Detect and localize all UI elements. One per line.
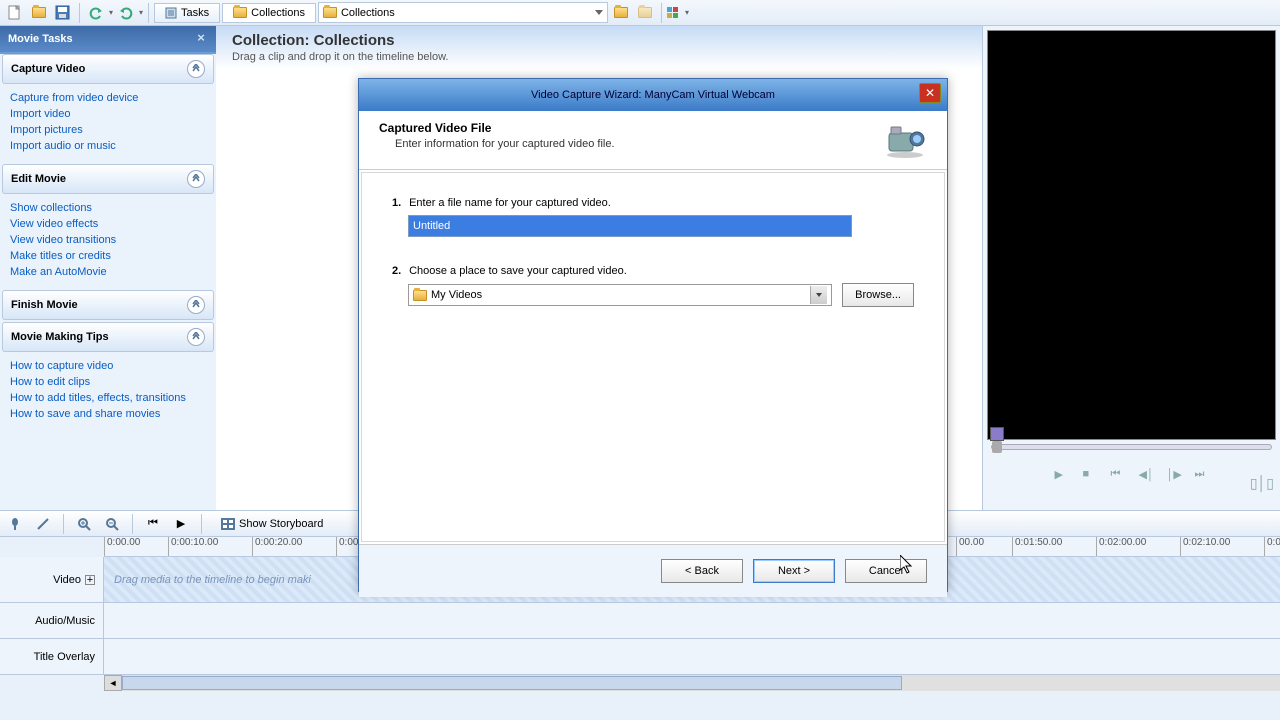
up-folder-icon[interactable]: [610, 2, 632, 24]
filename-input[interactable]: [408, 215, 852, 237]
sidebar-link[interactable]: Show collections: [10, 200, 206, 216]
sidebar-header: Movie Tasks ×: [0, 26, 216, 52]
tasks-tab-label: Tasks: [181, 7, 209, 19]
play-icon[interactable]: ▶: [1055, 468, 1069, 482]
section-head-0[interactable]: Capture Video: [2, 54, 214, 84]
save-location-value: My Videos: [431, 289, 482, 301]
timeline-scrollbar[interactable]: [104, 675, 1280, 691]
dialog-header-title: Captured Video File: [379, 121, 615, 135]
browse-button[interactable]: Browse...: [842, 283, 914, 307]
tasks-sidebar: Movie Tasks × Capture Video Capture from …: [0, 26, 216, 510]
dialog-titlebar[interactable]: Video Capture Wizard: ManyCam Virtual We…: [359, 79, 947, 111]
section-head-3[interactable]: Movie Making Tips: [2, 322, 214, 352]
collections-tab-label: Collections: [251, 7, 305, 19]
preview-video: [987, 30, 1276, 440]
sidebar-link[interactable]: Import video: [10, 106, 206, 122]
collections-select[interactable]: Collections: [318, 2, 608, 23]
audio-track[interactable]: Audio/Music: [0, 603, 1280, 639]
sidebar-link[interactable]: Capture from video device: [10, 90, 206, 106]
chevron-up-icon[interactable]: [187, 328, 205, 346]
stop-icon[interactable]: ■: [1083, 468, 1097, 482]
new-folder-icon[interactable]: [634, 2, 656, 24]
narrate-icon[interactable]: [4, 513, 26, 535]
sidebar-title: Movie Tasks: [8, 33, 73, 45]
sidebar-link[interactable]: How to edit clips: [10, 374, 206, 390]
audio-track-label: Audio/Music: [35, 615, 95, 627]
redo-icon[interactable]: [115, 2, 137, 24]
ruler-tick: 00.00: [956, 537, 1012, 556]
step-fwd-icon[interactable]: │▶: [1167, 468, 1181, 482]
show-storyboard-button[interactable]: Show Storyboard: [211, 515, 333, 533]
sidebar-link[interactable]: How to save and share movies: [10, 406, 206, 422]
rewind-timeline-icon[interactable]: ⏮: [142, 513, 164, 535]
undo-icon[interactable]: [85, 2, 107, 24]
open-icon[interactable]: [28, 2, 50, 24]
chevron-up-icon[interactable]: [187, 296, 205, 314]
ruler-tick: 0:02:10.00: [1180, 537, 1264, 556]
preview-seek-slider[interactable]: [991, 444, 1272, 450]
chevron-up-icon[interactable]: [187, 170, 205, 188]
sidebar-link[interactable]: How to add titles, effects, transitions: [10, 390, 206, 406]
sidebar-link[interactable]: Make titles or credits: [10, 248, 206, 264]
dialog-title: Video Capture Wizard: ManyCam Virtual We…: [531, 89, 775, 101]
section-head-1[interactable]: Edit Movie: [2, 164, 214, 194]
dialog-header-subtitle: Enter information for your captured vide…: [395, 138, 615, 150]
video-capture-wizard-dialog: Video Capture Wizard: ManyCam Virtual We…: [358, 78, 948, 592]
collections-tab[interactable]: Collections: [222, 3, 316, 23]
chevron-up-icon[interactable]: [187, 60, 205, 78]
collection-subtitle: Drag a clip and drop it on the timeline …: [232, 51, 966, 63]
video-track-label: Video: [53, 574, 81, 586]
section-head-2[interactable]: Finish Movie: [2, 290, 214, 320]
save-location-select[interactable]: My Videos: [408, 284, 832, 306]
sidebar-link[interactable]: Make an AutoMovie: [10, 264, 206, 280]
timeline-placeholder: Drag media to the timeline to begin maki: [114, 574, 311, 586]
tasks-tab[interactable]: Tasks: [154, 3, 220, 23]
ruler-tick: 0:02:2: [1264, 537, 1280, 556]
sidebar-link[interactable]: Import pictures: [10, 122, 206, 138]
sidebar-link[interactable]: How to capture video: [10, 358, 206, 374]
zoom-in-icon[interactable]: [73, 513, 95, 535]
back-button[interactable]: < Back: [661, 559, 743, 583]
ruler-tick: 0:00:10.00: [168, 537, 252, 556]
sidebar-link[interactable]: Import audio or music: [10, 138, 206, 154]
cancel-button[interactable]: Cancel: [845, 559, 927, 583]
play-timeline-icon[interactable]: ▶: [170, 513, 192, 535]
preview-panel: ▶ ■ ⏮ ◀│ │▶ ⏭ ▯│▯: [982, 26, 1280, 510]
step1-label: Enter a file name for your captured vide…: [409, 197, 611, 209]
audio-levels-icon[interactable]: [32, 513, 54, 535]
title-track-label: Title Overlay: [34, 651, 95, 663]
step2-label: Choose a place to save your captured vid…: [409, 265, 627, 277]
sidebar-link[interactable]: View video effects: [10, 216, 206, 232]
step-back-icon[interactable]: ◀│: [1139, 468, 1153, 482]
new-project-icon[interactable]: [4, 2, 26, 24]
zoom-out-icon[interactable]: [101, 513, 123, 535]
view-icon[interactable]: ▾: [667, 2, 689, 24]
dialog-close-button[interactable]: ✕: [919, 83, 941, 103]
step1-number: 1.: [392, 197, 406, 209]
next-button[interactable]: Next >: [753, 559, 835, 583]
sidebar-link[interactable]: View video transitions: [10, 232, 206, 248]
preview-overlay-icon[interactable]: [990, 427, 1004, 441]
split-clip-icon[interactable]: ▯│▯: [1250, 475, 1274, 492]
prev-icon[interactable]: ⏮: [1111, 468, 1125, 482]
ruler-tick: 0:01:50.00: [1012, 537, 1096, 556]
ruler-tick: 0:02:00.00: [1096, 537, 1180, 556]
title-track[interactable]: Title Overlay: [0, 639, 1280, 675]
main-toolbar: ▾ ▾ Tasks Collections Collections ▾: [0, 0, 1280, 26]
step2-number: 2.: [392, 265, 406, 277]
sidebar-close-icon[interactable]: ×: [194, 32, 208, 46]
show-storyboard-label: Show Storyboard: [239, 518, 323, 530]
collection-title: Collection: Collections: [232, 32, 966, 49]
expand-track-icon[interactable]: +: [85, 575, 95, 585]
camcorder-icon: [883, 121, 927, 159]
next-icon[interactable]: ⏭: [1195, 468, 1209, 482]
save-icon[interactable]: [52, 2, 74, 24]
collections-select-label: Collections: [341, 7, 395, 19]
ruler-tick: 0:00.00: [104, 537, 168, 556]
ruler-tick: 0:00:20.00: [252, 537, 336, 556]
